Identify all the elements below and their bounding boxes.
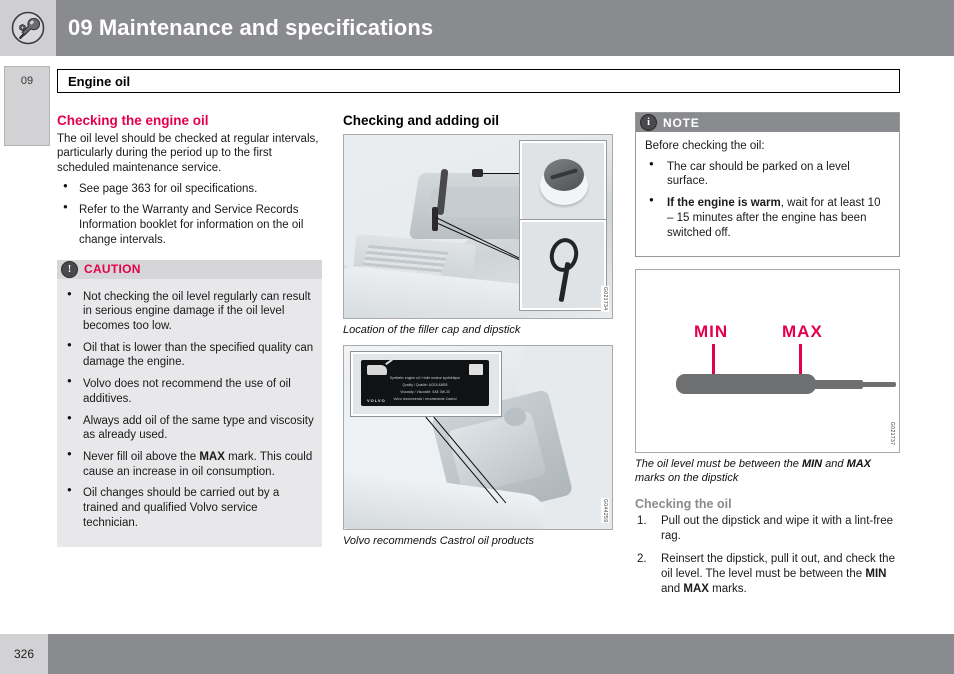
list-item: Refer to the Warranty and Service Record…	[57, 202, 322, 247]
dipstick-tip	[858, 382, 896, 388]
middle-column: Checking and adding oil G021734 Location…	[343, 112, 613, 549]
label-line: Viscosity / Viscosité: SAE 0W-30	[400, 390, 450, 395]
dipstick-measure-section	[676, 374, 816, 395]
oil-spec-label-callout: Synthetic engine oil / Huile moteur synt…	[350, 351, 502, 418]
middle-heading: Checking and adding oil	[343, 113, 500, 128]
caution-body: Not checking the oil level regularly can…	[57, 279, 322, 547]
list-item: Pull out the dipstick and wipe it with a…	[637, 514, 894, 542]
list-item: The car should be parked on a level surf…	[645, 159, 890, 189]
manual-book-icon	[469, 364, 483, 376]
left-bullet-list: See page 363 for oil specifications. Ref…	[57, 181, 322, 248]
list-item: Oil that is lower than the specified qua…	[57, 340, 314, 370]
checking-oil-steps: Pull out the dipstick and wipe it with a…	[635, 514, 900, 597]
list-item: See page 363 for oil specifications.	[57, 181, 322, 197]
left-heading: Checking the engine oil	[57, 113, 209, 128]
figure3-caption: The oil level must be between the MIN an…	[635, 458, 872, 485]
figure-code: G021734	[601, 286, 609, 312]
left-intro-paragraph: The oil level should be checked at regul…	[57, 132, 319, 174]
note-header: i NOTE	[636, 113, 899, 132]
dipstick-diagram: MIN MAX G021737	[636, 270, 899, 452]
chapter-tab[interactable]: 09	[4, 66, 50, 146]
list-item: Reinsert the dipstick, pull it out, and …	[637, 552, 895, 595]
list-item: If the engine is warm, wait for at least…	[645, 195, 890, 240]
page-number: 326	[13, 647, 35, 661]
dipstick-shaft	[811, 380, 863, 390]
page-header: 09 Maintenance and specifications	[0, 0, 954, 56]
list-item: Not checking the oil level regularly can…	[57, 289, 314, 334]
label-brand: VOLVO	[367, 398, 386, 404]
header-band: 09 Maintenance and specifications	[56, 0, 954, 56]
note-box: i NOTE Before checking the oil: The car …	[635, 112, 900, 258]
header-icon-container	[0, 0, 56, 56]
oil-spec-label: Synthetic engine oil / Huile moteur synt…	[361, 360, 489, 407]
left-column: Checking the engine oil The oil level sh…	[57, 112, 322, 547]
list-item: Never fill oil above the MAX mark. This …	[57, 449, 314, 479]
page-title: 09 Maintenance and specifications	[68, 15, 434, 40]
figure2-caption: Volvo recommends Castrol oil products	[343, 535, 534, 548]
caution-box: ! CAUTION Not checking the oil level reg…	[57, 259, 322, 547]
list-item: Oil changes should be carried out by a t…	[57, 485, 314, 530]
list-item: Volvo does not recommend the use of oil …	[57, 376, 314, 406]
exclamation-circle-icon: !	[61, 260, 78, 278]
caution-label: CAUTION	[84, 262, 141, 277]
engine-bay-filler-cap-dipstick-figure: G021734	[343, 133, 613, 319]
note-bullet-list: The car should be parked on a level surf…	[645, 159, 890, 241]
engine-bay-castrol-label-figure: Synthetic engine oil / Huile moteur synt…	[343, 345, 613, 531]
footer-band	[48, 634, 954, 674]
dipstick-min-max-figure: MIN MAX G021737	[635, 269, 900, 454]
page-footer: 326	[0, 634, 954, 674]
dipstick-min-label: MIN	[694, 322, 729, 342]
dipstick-handle-inset	[519, 218, 607, 311]
oil-can-icon	[367, 365, 387, 376]
section-title-bar: Engine oil	[57, 69, 900, 93]
caution-header: ! CAUTION	[57, 259, 322, 279]
right-subheading: Checking the oil	[635, 496, 732, 511]
note-intro: Before checking the oil:	[645, 140, 765, 152]
wrench-circle-icon	[11, 11, 45, 45]
dipstick-max-label: MAX	[782, 322, 823, 342]
note-body: Before checking the oil: The car should …	[636, 132, 899, 256]
label-line: Quality / Qualité: ACEA A5/B5	[402, 383, 448, 388]
figure-code: G044259	[601, 497, 609, 524]
caution-bullet-list: Not checking the oil level regularly can…	[57, 289, 314, 531]
figure1-caption: Location of the filler cap and dipstick	[343, 323, 521, 336]
footer-page-box: 326	[0, 634, 48, 674]
oil-filler-cap-inset	[519, 139, 607, 232]
figure-code: G021737	[888, 420, 896, 447]
right-column: i NOTE Before checking the oil: The car …	[635, 112, 900, 605]
list-item: Always add oil of the same type and visc…	[57, 413, 314, 443]
label-line: Synthetic engine oil / Huile moteur synt…	[389, 376, 461, 381]
note-label: NOTE	[663, 115, 700, 130]
section-title: Engine oil	[68, 73, 131, 89]
chapter-tab-number: 09	[20, 75, 34, 87]
info-circle-icon: i	[640, 114, 657, 131]
